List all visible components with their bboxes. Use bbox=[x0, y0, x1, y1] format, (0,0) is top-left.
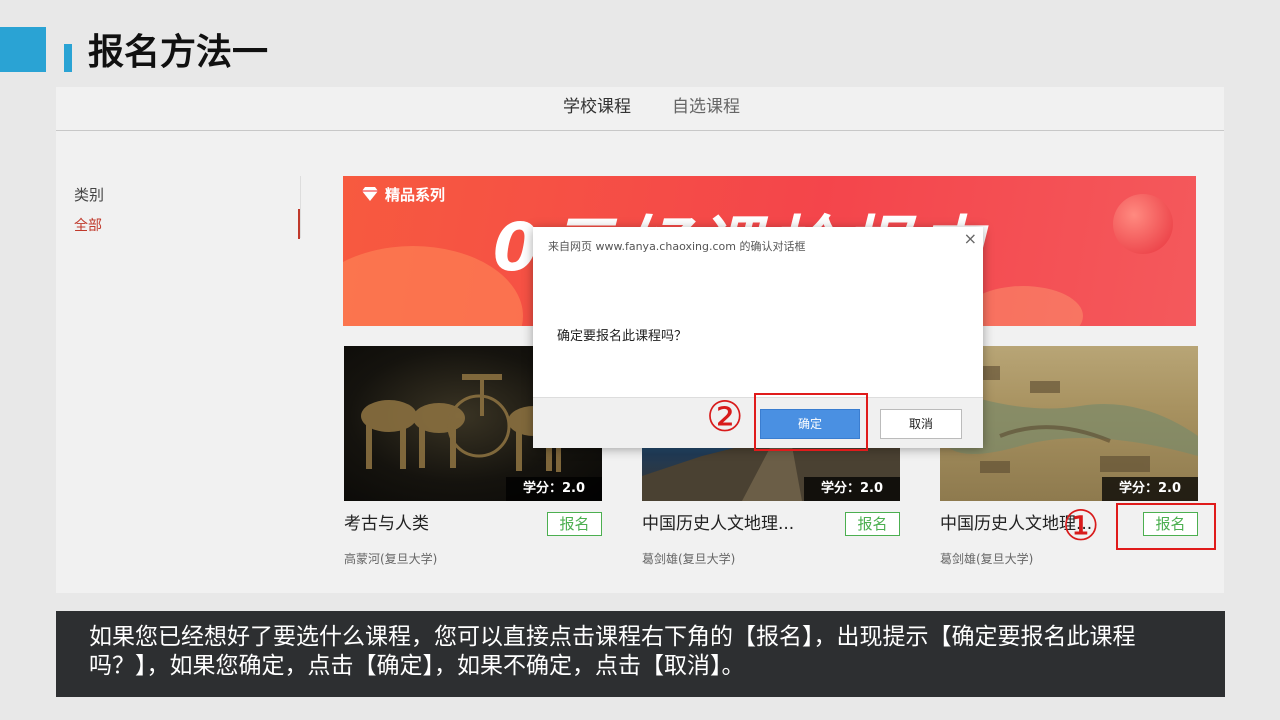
annotation-box-enroll bbox=[1116, 503, 1216, 550]
course-name[interactable]: 考古与人类 bbox=[344, 512, 534, 536]
category-heading: 类别 bbox=[74, 186, 105, 204]
course-name[interactable]: 中国历史人文地理... bbox=[642, 512, 832, 536]
course-teacher: 葛剑雄(复旦大学) bbox=[940, 552, 1034, 566]
close-icon[interactable]: × bbox=[964, 229, 977, 248]
slide-title: 报名方法一 bbox=[88, 32, 269, 73]
cancel-button[interactable]: 取消 bbox=[880, 409, 962, 439]
dialog-header: 来自网页 www.fanya.chaoxing.com 的确认对话框 bbox=[548, 240, 806, 253]
sidebar-item-all[interactable]: 全部 bbox=[74, 215, 102, 235]
sidebar-divider bbox=[300, 176, 301, 238]
course-teacher: 高蒙河(复旦大学) bbox=[344, 552, 438, 566]
annotation-box-confirm bbox=[754, 393, 868, 451]
course-name[interactable]: 中国历史人文地理... bbox=[940, 512, 1130, 536]
banner-series-label: 精品系列 bbox=[385, 186, 446, 204]
dialog-message: 确定要报名此课程吗？ bbox=[557, 329, 688, 344]
course-tabs: 学校课程 自选课程 bbox=[56, 87, 1224, 131]
annotation-marker-2: ② bbox=[706, 392, 744, 441]
enroll-button[interactable]: 报名 bbox=[845, 512, 900, 536]
banner-ball-decoration bbox=[1113, 194, 1173, 254]
diamond-icon bbox=[361, 186, 379, 206]
title-accent-bar-small bbox=[64, 44, 72, 72]
instruction-box: 如果您已经想好了要选什么课程，您可以直接点击课程右下角的【报名】，出现提示【确定… bbox=[56, 611, 1225, 697]
title-accent-bar bbox=[0, 27, 46, 72]
sidebar-active-indicator bbox=[298, 209, 300, 239]
course-credit-badge: 学分：2.0 bbox=[804, 477, 900, 501]
instruction-text: 如果您已经想好了要选什么课程，您可以直接点击课程右下角的【报名】，出现提示【确定… bbox=[89, 624, 1136, 679]
course-credit-badge: 学分：2.0 bbox=[1102, 477, 1198, 501]
tab-school-courses[interactable]: 学校课程 bbox=[563, 95, 631, 119]
course-credit-badge: 学分：2.0 bbox=[506, 477, 602, 501]
enroll-button[interactable]: 报名 bbox=[547, 512, 602, 536]
course-teacher: 葛剑雄(复旦大学) bbox=[642, 552, 736, 566]
annotation-marker-1: ① bbox=[1062, 501, 1100, 550]
tab-self-selected-courses[interactable]: 自选课程 bbox=[672, 95, 740, 119]
